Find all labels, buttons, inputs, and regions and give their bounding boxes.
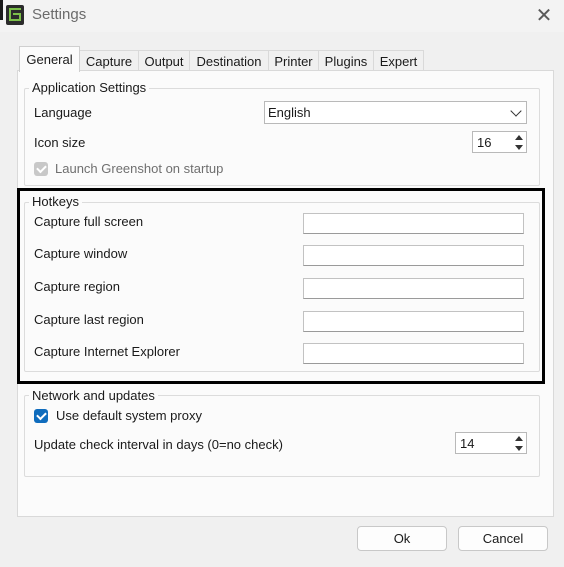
update-interval-stepper[interactable]: 14	[455, 432, 527, 454]
title-bar: Settings ✕	[0, 0, 564, 32]
hotkeys-highlight-box	[17, 188, 545, 384]
update-interval-value: 14	[460, 436, 475, 451]
chevron-down-icon	[510, 105, 522, 117]
close-button[interactable]: ✕	[530, 3, 558, 27]
tab-label: General	[26, 52, 73, 67]
launch-on-startup-checkbox[interactable]	[34, 162, 48, 176]
tab-output[interactable]: Output	[138, 50, 190, 71]
tab-destination[interactable]: Destination	[189, 50, 269, 71]
tab-label: Capture	[85, 53, 133, 69]
cancel-button[interactable]: Cancel	[458, 526, 548, 551]
tab-printer[interactable]: Printer	[268, 50, 319, 71]
arrow-down-icon	[514, 445, 523, 451]
cancel-button-label: Cancel	[482, 531, 524, 546]
tab-label: Output	[144, 53, 184, 69]
arrow-up-icon	[514, 134, 523, 140]
language-select-value: English	[268, 105, 311, 120]
use-default-proxy-checkbox[interactable]	[34, 409, 48, 423]
update-interval-label: Update check interval in days (0=no chec…	[34, 437, 283, 452]
tab-plugins[interactable]: Plugins	[318, 50, 374, 71]
checkmark-icon	[35, 409, 47, 421]
ok-button[interactable]: Ok	[357, 526, 447, 551]
spin-up-button[interactable]	[511, 433, 526, 443]
spin-up-button[interactable]	[511, 132, 526, 142]
ok-button-label: Ok	[393, 531, 411, 546]
window-title: Settings	[32, 6, 87, 23]
tab-expert[interactable]: Expert	[373, 50, 424, 71]
icon-size-value: 16	[477, 135, 492, 150]
tab-label: Destination	[196, 53, 262, 69]
greenshot-app-icon	[6, 5, 24, 25]
use-default-proxy-label: Use default system proxy	[56, 408, 202, 423]
arrow-up-icon	[514, 435, 523, 441]
checkmark-icon	[35, 162, 47, 174]
arrow-down-icon	[514, 144, 523, 150]
language-select[interactable]: English	[264, 101, 527, 124]
icon-size-spin-buttons	[511, 132, 526, 152]
tab-label: Printer	[274, 53, 313, 69]
launch-on-startup-label: Launch Greenshot on startup	[55, 161, 224, 176]
tab-capture[interactable]: Capture	[79, 50, 139, 71]
network-updates-group-label: Network and updates	[29, 388, 158, 403]
close-icon: ✕	[535, 4, 553, 27]
spin-down-button[interactable]	[511, 443, 526, 453]
tab-label: Plugins	[324, 53, 368, 69]
spin-down-button[interactable]	[511, 142, 526, 152]
language-label: Language	[34, 105, 92, 120]
icon-size-label: Icon size	[34, 135, 86, 150]
icon-size-stepper[interactable]: 16	[472, 131, 527, 153]
application-settings-group-label: Application Settings	[29, 80, 150, 95]
tab-general[interactable]: General	[19, 46, 80, 72]
update-interval-spin-buttons	[511, 433, 526, 453]
background-edge-top	[0, 0, 3, 20]
tab-label: Expert	[379, 53, 418, 69]
